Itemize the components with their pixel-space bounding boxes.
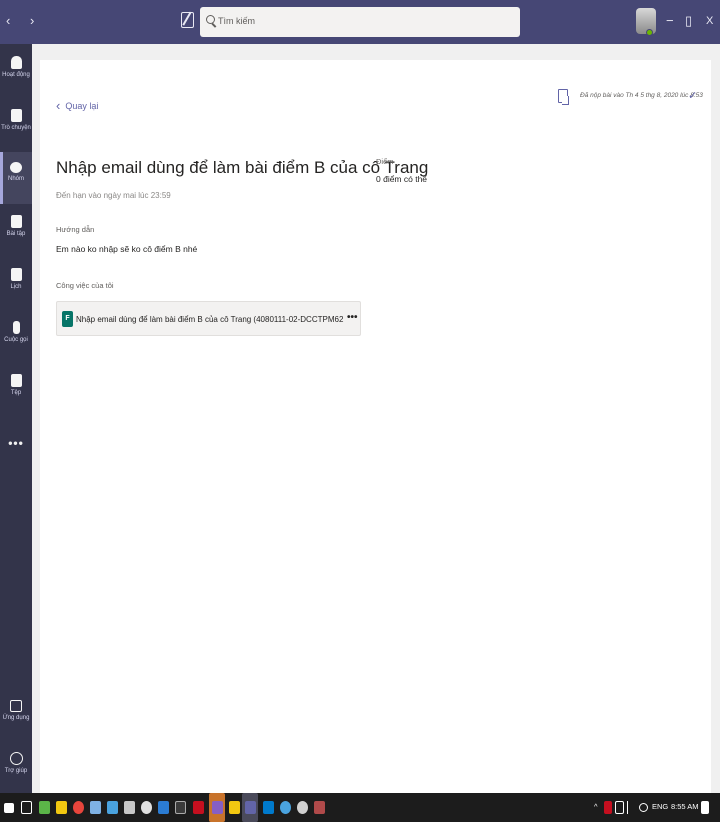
work-item-more-button[interactable]: ••• [347,312,358,323]
vscode-icon[interactable] [263,801,274,814]
rail-item-activity[interactable]: Hoạt động [0,46,32,98]
network-icon[interactable] [639,803,648,812]
task-view-icon[interactable] [21,801,32,814]
apps-icon [10,700,22,712]
rail-label: Bài tập [6,231,26,237]
app-icon-6[interactable] [175,801,186,814]
files-icon [10,374,22,387]
instructions-label: Hướng dẫn [56,225,95,234]
rail-item-calls[interactable]: Cuộc gọi [0,311,32,363]
rail-label: Tệp [10,390,22,396]
app-icon-7[interactable] [193,801,204,814]
rail-label: Cuộc gọi [4,337,28,343]
rail-label: Trò chuyện [1,125,31,131]
speaker-icon[interactable] [627,801,636,814]
file-explorer-icon[interactable] [56,801,67,814]
rail-label: Hoạt động [2,72,30,78]
back-label: Quay lại [65,101,99,111]
points-value: 0 điểm có thể [376,174,428,184]
app-icon-3[interactable] [107,801,118,814]
new-chat-icon[interactable] [181,12,194,28]
rail-label: Lịch [10,284,22,290]
rail-item-apps[interactable]: Ứng dụng [0,690,32,742]
rail-label: Trợ giúp [4,768,28,774]
assignment-title: Nhập email dùng để làm bài điểm B của cô… [56,158,429,177]
close-button[interactable]: X [706,13,713,29]
teams-icon [10,162,22,173]
submission-status: Đã nộp bài vào Th 4 5 thg 8, 2020 lúc 8:… [580,92,703,99]
windows-taskbar: ^ ENG 8:55 AM [0,793,720,822]
search-input[interactable]: Tìm kiếm [200,7,520,37]
rail-label: Nhóm [7,176,24,182]
rail-item-assignments[interactable]: Bài tập [0,205,32,257]
checkmark-icon: ✓ [688,90,698,102]
word-icon[interactable] [158,801,169,814]
chrome-icon[interactable] [73,801,84,814]
clock[interactable]: 8:55 AM [671,802,699,811]
battery-icon[interactable] [615,801,624,814]
presence-status-icon [646,29,653,36]
app-icon-1[interactable] [39,801,50,814]
app-icon-4[interactable] [124,801,135,814]
work-item-name: Nhập email dùng để làm bài điểm B của cô… [76,315,344,324]
bell-icon [10,56,22,69]
phone-icon [12,321,20,334]
rail-label: Ứng dụng [2,715,30,721]
my-work-label: Công việc của tôi [56,281,114,290]
instructions-text: Em nào ko nhập sẽ ko cô điểm B nhé [56,244,198,254]
help-icon [9,752,23,765]
app-icon-8[interactable] [229,801,240,814]
calendar-icon [10,268,22,281]
visual-studio-icon[interactable] [212,801,223,814]
app-icon-10[interactable] [297,801,308,814]
restore-button[interactable]: ▯ [685,13,692,29]
forms-icon: F [62,311,73,327]
app-icon-2[interactable] [90,801,101,814]
chat-icon [10,109,22,122]
chevron-left-icon: ‹ [56,98,61,113]
search-placeholder: Tìm kiếm [218,16,255,26]
rail-item-calendar[interactable]: Lịch [0,258,32,310]
tray-app-icon[interactable] [604,801,612,814]
rail-item-chat[interactable]: Trò chuyện [0,99,32,151]
rail-item-help[interactable]: Trợ giúp [0,742,32,794]
back-button[interactable]: ‹ Quay lại [56,98,98,113]
points-label: Điểm [376,157,394,166]
app-icon-11[interactable] [314,801,325,814]
history-nav-arrows[interactable]: ‹ › [6,13,42,28]
notifications-icon[interactable] [701,801,709,814]
app-icon-5[interactable] [141,801,152,814]
work-item[interactable]: F Nhập email dùng để làm bài điểm B của … [56,301,361,336]
submitted-document-icon [558,89,569,105]
app-icon-9[interactable] [280,801,291,814]
rail-item-files[interactable]: Tệp [0,364,32,416]
tray-expand-button[interactable]: ^ [594,802,598,811]
language-indicator[interactable]: ENG [652,802,668,811]
rail-item-teams[interactable]: Nhóm [0,152,32,204]
search-icon [206,15,215,24]
more-apps-button[interactable]: ••• [0,436,32,450]
windows-start-icon[interactable] [4,803,14,813]
minimize-button[interactable]: − [666,13,674,29]
due-date: Đến hạn vào ngày mai lúc 23:59 [56,191,171,200]
teams-taskbar-icon[interactable] [245,801,256,814]
assignments-icon [10,215,22,228]
